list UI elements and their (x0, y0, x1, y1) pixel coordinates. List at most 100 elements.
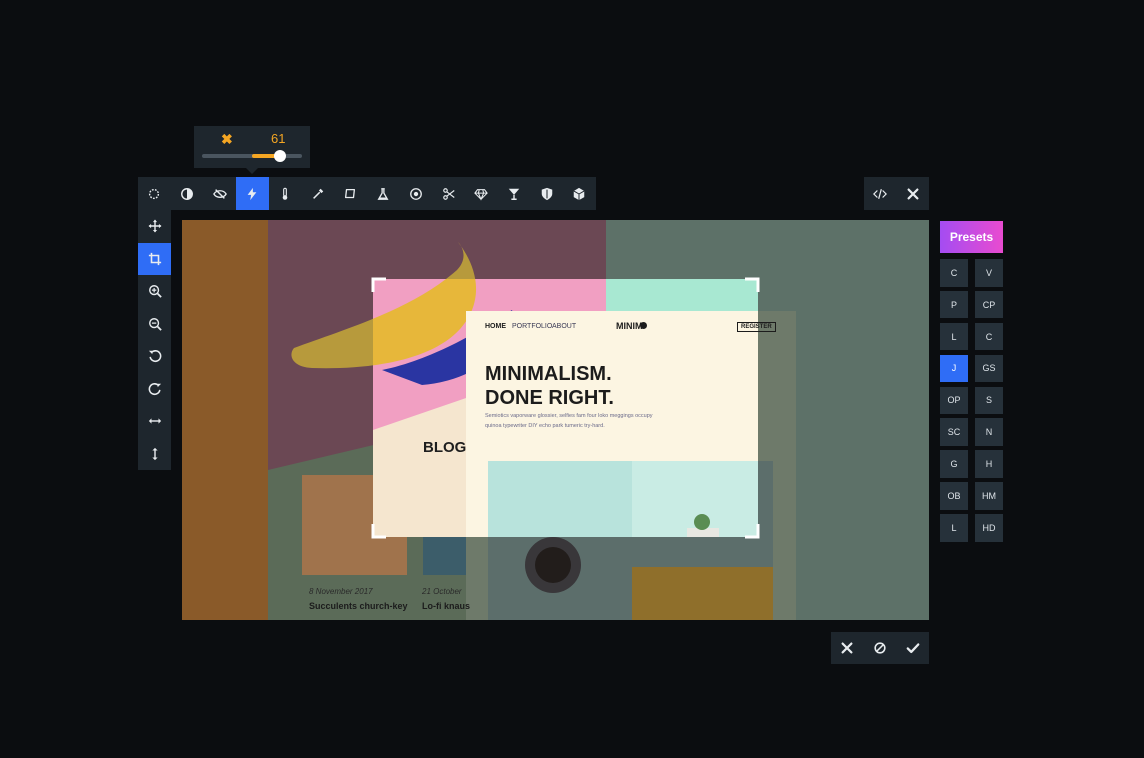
preset-item[interactable]: OB (940, 482, 968, 510)
code-icon (873, 187, 888, 201)
preset-item[interactable]: L (940, 514, 968, 542)
mockup-nav-home: HOME (485, 323, 506, 330)
rotate-right-icon (148, 382, 162, 396)
mockup-post-1-title: Succulents church-key (309, 601, 408, 611)
preset-item[interactable]: S (975, 386, 1003, 415)
tool-crop-button[interactable] (138, 242, 171, 275)
mockup-nav-portfolio: PORTFOLIO (512, 323, 553, 330)
glass-icon (507, 187, 521, 201)
tool-contrast-button[interactable] (171, 177, 204, 210)
mockup-body-1: Semiotics vaporware glossier, selfies fa… (485, 413, 653, 419)
mockup-body-2: quinoa typewriter DIY echo park tumeric … (485, 423, 605, 429)
cancel-icon (873, 641, 887, 655)
preset-item[interactable]: N (975, 418, 1003, 447)
mockup-register: REGISTER (737, 322, 776, 332)
preset-item[interactable]: GS (975, 354, 1003, 383)
toolbar-code-button[interactable] (864, 177, 897, 210)
contrast-icon (180, 187, 194, 201)
mockup-nav-about: ABOUT (552, 323, 577, 330)
tool-glass-button[interactable] (498, 177, 531, 210)
shield-icon (540, 187, 554, 201)
tool-rotate-right-button[interactable] (138, 373, 171, 406)
eyedropper-icon (311, 187, 325, 201)
tool-zoom-in-button[interactable] (138, 275, 171, 308)
mockup-logo-dot (640, 322, 647, 329)
tool-temperature-button[interactable] (269, 177, 302, 210)
presets-button[interactable]: Presets (940, 221, 1003, 253)
mockup-blog-title: BLOG (423, 439, 467, 456)
shape-icon (343, 187, 357, 201)
bottom-actions (831, 632, 929, 664)
preset-item[interactable]: CP (975, 290, 1003, 319)
tool-shield-button[interactable] (530, 177, 563, 210)
crop-icon (148, 252, 162, 266)
action-check-button[interactable] (896, 632, 929, 664)
filter-icon (147, 187, 161, 201)
tool-cube-button[interactable] (563, 177, 596, 210)
check-icon (906, 641, 920, 655)
canvas-image (182, 220, 929, 620)
tool-zoom-out-button[interactable] (138, 308, 171, 341)
top-toolbar (138, 177, 596, 210)
target-icon (409, 187, 423, 201)
image-canvas[interactable]: HOME PORTFOLIO ABOUT MINIM REGISTER MINI… (182, 220, 929, 620)
preset-item[interactable]: C (940, 259, 968, 287)
close-icon[interactable]: ✖ (221, 131, 233, 148)
tool-eyedropper-button[interactable] (301, 177, 334, 210)
action-cancel-button[interactable] (864, 632, 897, 664)
popup-caret (246, 168, 258, 174)
left-toolbar (138, 210, 171, 470)
preset-item[interactable]: SC (940, 418, 968, 447)
slider-value: 61 (271, 131, 286, 146)
preset-grid: C V P CP L C J GS OP S SC N G H OB HM L HD (940, 259, 1004, 542)
tool-target-button[interactable] (400, 177, 433, 210)
tool-flask-button[interactable] (367, 177, 400, 210)
mockup-logo: MINIM (616, 321, 643, 331)
preset-item[interactable]: OP (940, 386, 968, 415)
tool-diamond-button[interactable] (465, 177, 498, 210)
flip-vertical-icon (148, 447, 162, 461)
code-toolbar (864, 177, 929, 210)
tool-hide-button[interactable] (203, 177, 236, 210)
tool-move-button[interactable] (138, 210, 171, 243)
mockup-post-2-title: Lo-fi knaus (422, 601, 471, 611)
preset-item[interactable]: J (940, 354, 968, 383)
zoom-in-icon (148, 284, 162, 298)
tool-flip-vertical-button[interactable] (138, 438, 171, 471)
tool-flip-horizontal-button[interactable] (138, 405, 171, 438)
tool-scissors-button[interactable] (432, 177, 465, 210)
preset-item[interactable]: C (975, 322, 1003, 351)
mockup-post-2-date: 21 October (422, 587, 462, 596)
preset-item[interactable]: L (940, 322, 968, 351)
tool-flash-button[interactable] (236, 177, 269, 210)
flash-icon (245, 187, 259, 201)
preset-item[interactable]: HM (975, 482, 1003, 510)
hide-icon (212, 187, 227, 201)
mockup-post-1-date: 8 November 2017 (309, 587, 373, 596)
preset-item[interactable]: P (940, 290, 968, 319)
move-icon (148, 219, 162, 233)
flask-icon (376, 187, 390, 201)
tool-rotate-left-button[interactable] (138, 340, 171, 373)
close-icon (840, 641, 854, 655)
scissors-icon (442, 187, 456, 201)
toolbar-close-button[interactable] (897, 177, 930, 210)
preset-item[interactable]: G (940, 450, 968, 478)
cube-icon (572, 187, 586, 201)
temperature-icon (278, 187, 292, 201)
close-icon (906, 187, 920, 201)
tool-filter-button[interactable] (138, 177, 171, 210)
tool-shape-button[interactable] (334, 177, 367, 210)
slider-track[interactable] (202, 150, 302, 162)
mockup-headline-2: DONE RIGHT. (485, 387, 614, 409)
diamond-icon (474, 187, 489, 201)
slider-handle[interactable] (274, 150, 286, 162)
adjustment-slider-popup: ✖ 61 (194, 126, 310, 174)
zoom-out-icon (148, 317, 162, 331)
mockup-headline-1: MINIMALISM. (485, 363, 612, 385)
flip-horizontal-icon (148, 414, 162, 428)
preset-item[interactable]: H (975, 450, 1003, 478)
preset-item[interactable]: V (975, 259, 1003, 287)
preset-item[interactable]: HD (975, 514, 1003, 542)
action-close-button[interactable] (831, 632, 864, 664)
